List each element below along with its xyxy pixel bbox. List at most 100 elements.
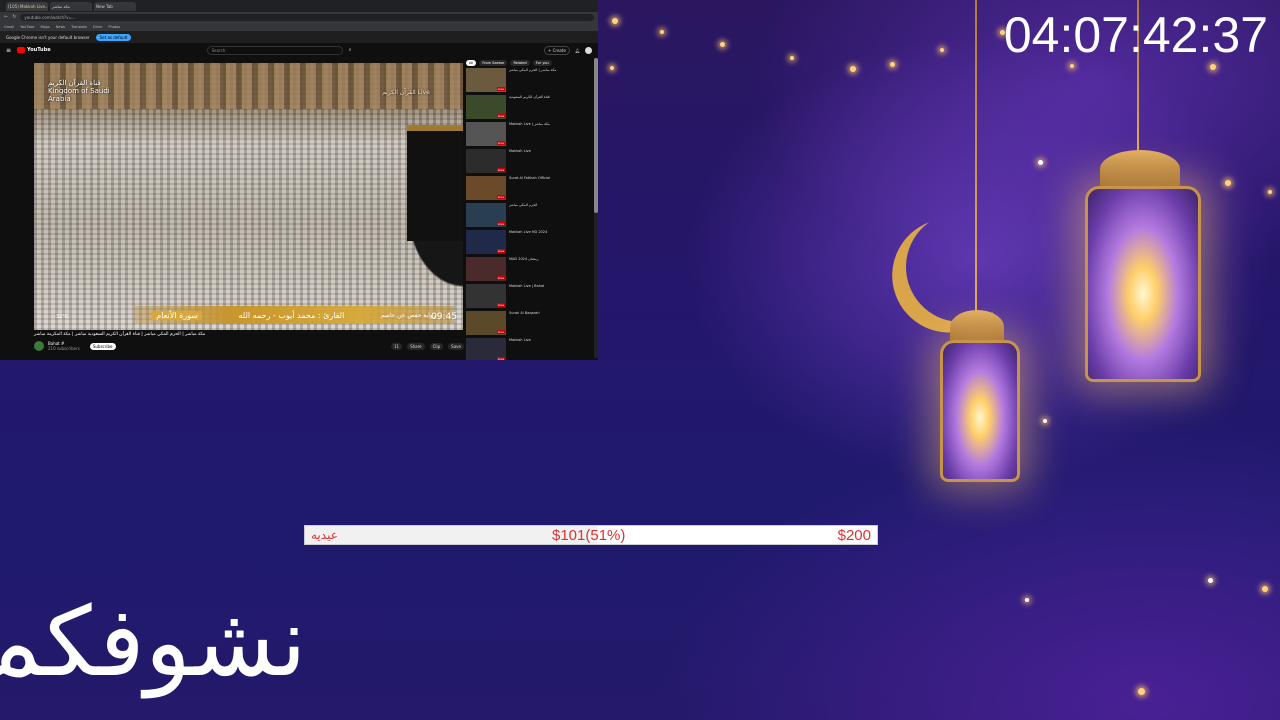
video-player[interactable]: قناة القرآن الكريم Kingdom of Saudi Arab…	[34, 63, 463, 330]
recommendation-item[interactable]: Live MAD 2024 رمضان	[466, 257, 594, 283]
video-title: مكة مباشر | الحرم المكي مباشر | قناة الق…	[34, 332, 206, 337]
recommendation-thumbnail[interactable]: Live	[466, 95, 506, 119]
recommendation-title[interactable]: مكة مباشر | الحرم المكي مباشر	[509, 68, 556, 73]
lantern-cap	[950, 310, 1004, 344]
recommendation-title[interactable]: قناة القرآن الكريم السعودية	[509, 95, 550, 100]
create-button[interactable]: + Create	[544, 45, 570, 55]
recommendation-thumbnail[interactable]: Live	[466, 284, 506, 308]
address-bar-row: ← ↻ youtube.com/watch?v=...	[0, 12, 598, 22]
search-input[interactable]: Search	[206, 45, 343, 55]
browser-tab[interactable]: (105) Makkah Live...	[6, 1, 48, 11]
recommendation-thumbnail[interactable]: Live	[466, 176, 506, 200]
recommendation-text: Makkah Live | Bahat	[509, 284, 544, 310]
lantern-icon	[940, 340, 1020, 482]
recommendation-thumbnail[interactable]: Live	[466, 230, 506, 254]
bookmark-item[interactable]: News	[56, 25, 65, 29]
live-badge: Live	[496, 357, 505, 360]
goal-current: $101(51%)	[552, 527, 626, 544]
lantern-icon	[1085, 186, 1201, 382]
bookmark-item[interactable]: Gmail	[4, 25, 14, 29]
recommendation-text: Surat Al Fatihah Official	[509, 176, 550, 202]
browser-tab[interactable]: مكة مباشر	[50, 1, 92, 11]
youtube-header: ≡ YouTube Search ⌕ + Create 🔔︎	[0, 43, 598, 57]
chip-from-channel[interactable]: From Saebar	[479, 60, 508, 66]
recommendation-text: Makkah Live	[509, 149, 531, 175]
chip-all[interactable]: All	[466, 60, 477, 66]
bookmark-item[interactable]: YouTube	[20, 25, 34, 29]
save-button[interactable]: Save	[448, 342, 464, 350]
recommendation-item[interactable]: Live Makkah Live | مكة مباشر	[466, 122, 594, 148]
live-badge: Live	[496, 330, 505, 334]
recommendation-item[interactable]: Live Surah Al Baqarah	[466, 311, 594, 337]
recommendation-text: MAD 2024 رمضان	[509, 257, 539, 283]
channel-avatar[interactable]	[34, 341, 44, 351]
scrollbar[interactable]	[594, 58, 598, 358]
kaaba	[407, 125, 463, 241]
recommendation-text: الحرم المكي مباشر	[509, 203, 537, 229]
subscribe-button[interactable]: Subscribe	[89, 342, 116, 350]
recommendation-text: قناة القرآن الكريم السعودية	[509, 95, 550, 121]
recommendation-title[interactable]: MAD 2024 رمضان	[509, 257, 539, 262]
recommendation-item[interactable]: Live قناة القرآن الكريم السعودية	[466, 95, 594, 121]
bookmark-item[interactable]: Maps	[40, 25, 49, 29]
back-icon[interactable]: ←	[4, 14, 8, 20]
menu-icon[interactable]: ≡	[6, 47, 11, 54]
channel-watermark: قناة القرآن الكريم Kingdom of Saudi Arab…	[48, 79, 110, 103]
temperature: 32°C	[56, 314, 69, 320]
recommendation-thumbnail[interactable]: Live	[466, 68, 506, 92]
reload-icon[interactable]: ↻	[12, 14, 16, 20]
bookmark-item[interactable]: Drive	[93, 25, 102, 29]
default-browser-notice: Google Chrome isn't your default browser…	[0, 31, 598, 43]
recommendation-title[interactable]: Surah Al Baqarah	[509, 311, 540, 316]
chip-related[interactable]: Related	[510, 60, 530, 66]
recommendation-thumbnail[interactable]: Live	[466, 338, 506, 360]
like-button[interactable]: 11	[390, 342, 403, 350]
recommendation-item[interactable]: Live Makkah Live	[466, 338, 594, 360]
recommendation-title[interactable]: Makkah Live	[509, 149, 531, 154]
bookmarks-bar: Gmail YouTube Maps News Translate Drive …	[0, 22, 598, 31]
recommendation-item[interactable]: Live Makkah Live | Bahat	[466, 284, 594, 310]
bookmark-item[interactable]: Photos	[108, 25, 120, 29]
recommendation-thumbnail[interactable]: Live	[466, 122, 506, 146]
recommendation-thumbnail[interactable]: Live	[466, 149, 506, 173]
recommendation-title[interactable]: Makkah Live | مكة مباشر	[509, 122, 550, 127]
live-badge: Live	[496, 249, 505, 253]
recommendation-title[interactable]: Makkah Live	[509, 338, 531, 343]
lower-third: سورة الأنعام القارئ : محمد أيوب - رحمه ا…	[134, 306, 454, 324]
set-default-button[interactable]: Set as default	[95, 33, 132, 41]
tab-bar: (105) Makkah Live... مكة مباشر New Tab	[0, 0, 598, 12]
recommendation-item[interactable]: Live Makkah Live HD 2024	[466, 230, 594, 256]
browser-tab[interactable]: New Tab	[94, 1, 136, 11]
recommendation-title[interactable]: Makkah Live | Bahat	[509, 284, 544, 289]
recommendation-title[interactable]: Surat Al Fatihah Official	[509, 176, 550, 181]
video-metadata: مكة مباشر | الحرم المكي مباشر | قناة الق…	[34, 332, 464, 351]
bookmark-item[interactable]: Translate	[71, 25, 87, 29]
recommendation-item[interactable]: Live Makkah Live	[466, 149, 594, 175]
subscriber-count: 210 subscribers	[48, 346, 80, 351]
narration-label: رواية حفص عن عاصم	[380, 311, 436, 319]
share-button[interactable]: Share	[407, 342, 425, 350]
recommendation-thumbnail[interactable]: Live	[466, 203, 506, 227]
search-icon[interactable]: ⌕	[349, 47, 352, 53]
browser-window: (105) Makkah Live... مكة مباشر New Tab ←…	[0, 0, 598, 360]
recommendation-title[interactable]: الحرم المكي مباشر	[509, 203, 537, 208]
chip-for-you[interactable]: For you	[532, 60, 552, 66]
recommendation-text: Surah Al Baqarah	[509, 311, 540, 337]
recommendation-title[interactable]: Makkah Live HD 2024	[509, 230, 547, 235]
recommendation-thumbnail[interactable]: Live	[466, 311, 506, 335]
recommendation-item[interactable]: Live الحرم المكي مباشر	[466, 203, 594, 229]
reciter-label: القارئ : محمد أيوب - رحمه الله	[238, 310, 345, 320]
recommendation-thumbnail[interactable]: Live	[466, 257, 506, 281]
avatar[interactable]	[585, 46, 592, 54]
recommendation-item[interactable]: Live Surat Al Fatihah Official	[466, 176, 594, 202]
youtube-logo[interactable]: YouTube	[17, 47, 51, 53]
live-badge: Live	[496, 195, 505, 199]
lantern-cap	[1100, 150, 1180, 188]
clip-button[interactable]: Clip	[429, 342, 444, 350]
live-badge: Live	[496, 222, 505, 226]
video-time: 09:45	[431, 312, 457, 322]
recommendation-item[interactable]: Live مكة مباشر | الحرم المكي مباشر	[466, 68, 594, 94]
bell-icon[interactable]: 🔔︎	[575, 48, 580, 53]
url-field[interactable]: youtube.com/watch?v=...	[20, 13, 594, 21]
live-badge: Live	[496, 87, 505, 91]
